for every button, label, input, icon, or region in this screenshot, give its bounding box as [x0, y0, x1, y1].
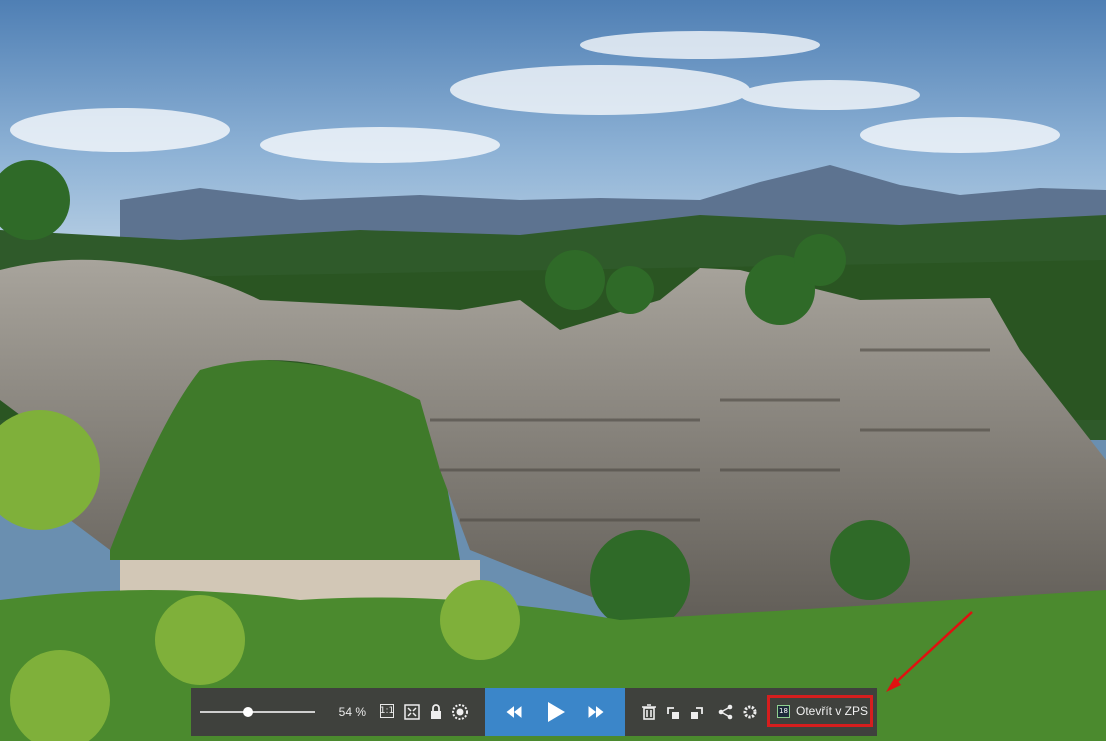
slideshow-controls: [485, 688, 625, 736]
color-wheel-icon[interactable]: [451, 703, 469, 721]
rotate-left-icon[interactable]: [664, 703, 682, 721]
lock-icon[interactable]: [427, 703, 445, 721]
zps-logo-icon: 18: [777, 704, 790, 718]
play-icon[interactable]: [543, 700, 567, 724]
photo-canvas: [0, 0, 1106, 741]
open-in-zps-label: Otevřít v ZPS: [796, 704, 869, 718]
fullscreen-fit-icon[interactable]: [403, 703, 421, 721]
next-icon[interactable]: [584, 700, 608, 724]
zoom-slider-thumb[interactable]: [243, 707, 254, 717]
trash-icon[interactable]: [640, 703, 658, 721]
viewer-toolbar: 54 % 1:1 18 Otevřít v ZPS: [191, 688, 877, 736]
zoom-slider[interactable]: [200, 707, 315, 717]
gear-icon[interactable]: [741, 703, 759, 721]
rotate-right-icon[interactable]: [688, 703, 706, 721]
zoom-value: 54 %: [338, 705, 366, 719]
open-in-zps-button[interactable]: 18 Otevřít v ZPS: [767, 695, 873, 727]
share-icon[interactable]: [717, 703, 735, 721]
previous-icon[interactable]: [502, 700, 526, 724]
actual-size-button[interactable]: 1:1: [380, 704, 394, 718]
